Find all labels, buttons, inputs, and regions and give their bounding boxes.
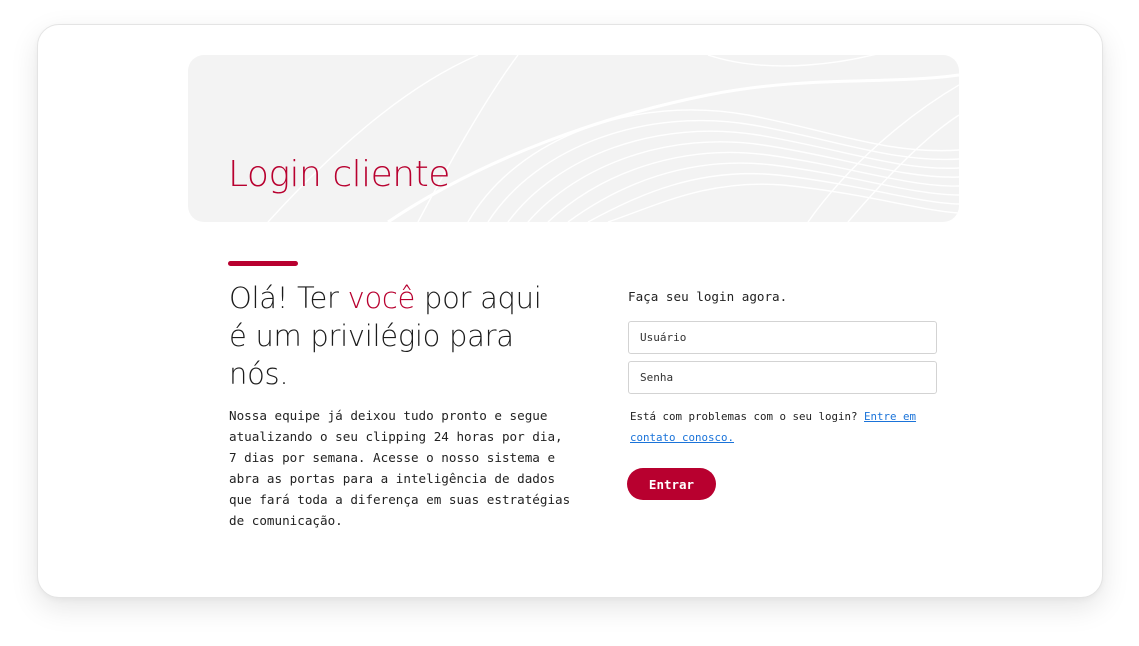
welcome-headline: Olá! Ter você por aqui é um privilégio p…	[229, 279, 559, 393]
login-help-label: Está com problemas com o seu login?	[630, 410, 865, 423]
accent-divider	[228, 261, 298, 266]
password-input[interactable]	[628, 361, 937, 394]
wave-pattern-decoration	[267, 55, 959, 222]
submit-login-button[interactable]: Entrar	[627, 468, 716, 500]
header-banner: Login cliente	[188, 55, 959, 222]
headline-highlight: você	[347, 281, 416, 315]
login-form-heading: Faça seu login agora.	[628, 289, 788, 304]
login-card: Login cliente Olá! Ter você por aqui é u…	[37, 24, 1103, 598]
page-title: Login cliente	[228, 154, 450, 195]
welcome-description: Nossa equipe já deixou tudo pronto e seg…	[229, 408, 571, 528]
headline-text-start: Olá! Ter	[229, 281, 348, 315]
username-input[interactable]	[628, 321, 937, 354]
login-help-text: Está com problemas com o seu login? Entr…	[630, 406, 930, 448]
